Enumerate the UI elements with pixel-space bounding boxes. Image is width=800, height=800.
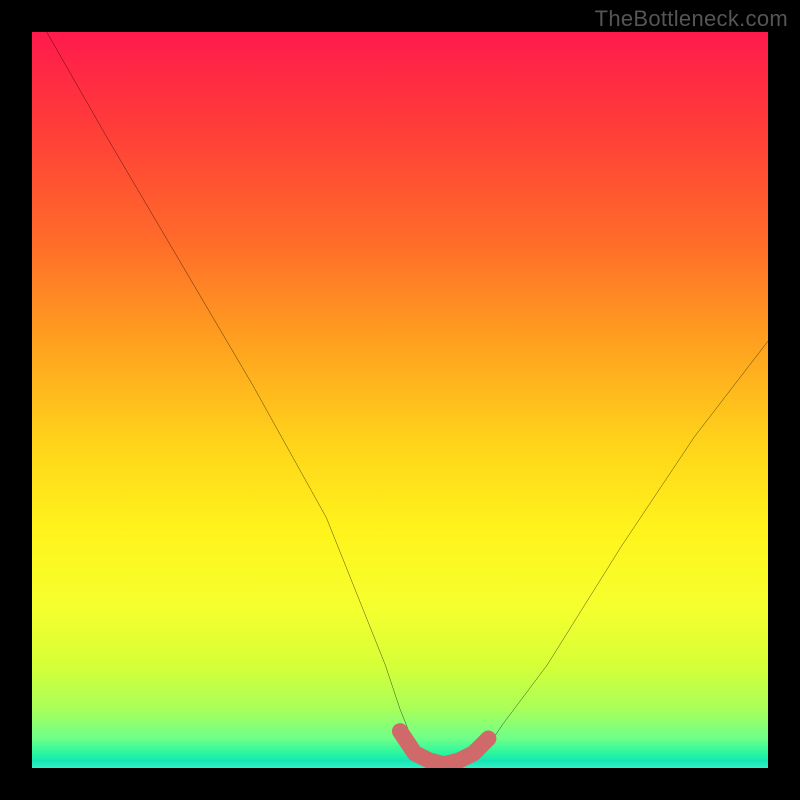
bottom-highlight [400, 731, 488, 764]
curve-layer [32, 32, 768, 768]
watermark-text: TheBottleneck.com [595, 6, 788, 32]
bottleneck-curve [47, 32, 768, 764]
highlight-start-dot [393, 725, 406, 738]
plot-area [32, 32, 768, 768]
chart-frame: TheBottleneck.com [0, 0, 800, 800]
highlight-end-dot [482, 732, 495, 745]
